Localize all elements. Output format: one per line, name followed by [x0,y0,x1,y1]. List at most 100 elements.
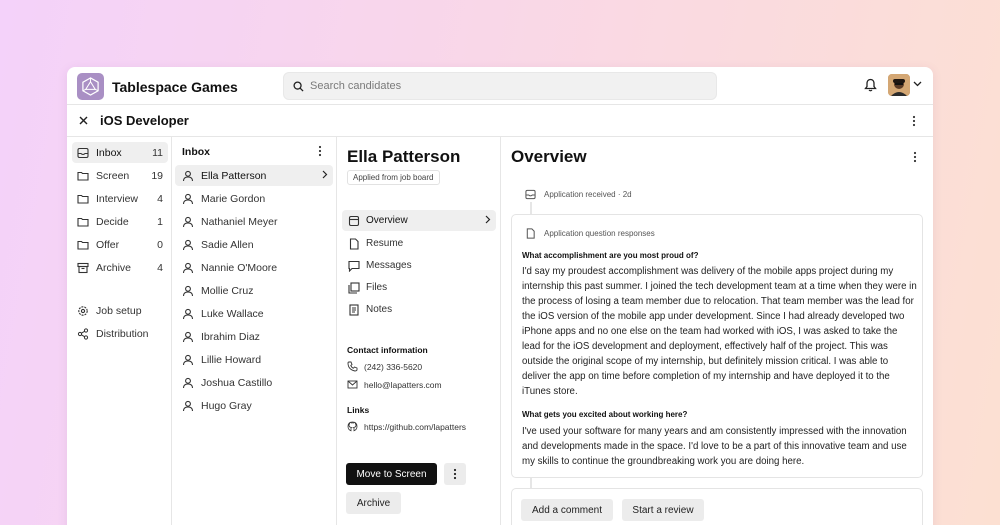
candidate-list-name: Nathaniel Meyer [201,215,278,228]
tab-overview[interactable]: Overview [342,210,496,231]
stage-sidebar: Inbox 11 Screen 19 Interview 4 Decide 1 … [67,137,172,525]
phone-icon [347,361,358,372]
answer-1: I'd say my proudest accomplishment was d… [522,266,917,397]
email-address: hello@lapatters.com [364,379,442,390]
email-row[interactable]: hello@lapatters.com [347,379,442,390]
person-icon [182,170,194,182]
more-vertical-icon[interactable] [318,145,322,157]
stage-count: 0 [157,238,163,251]
folder-icon [77,216,89,228]
folder-icon [77,193,89,205]
more-actions-button[interactable] [444,463,466,485]
overview-title: Overview [511,147,587,166]
candidate-list-item[interactable]: Nathaniel Meyer [175,211,333,232]
phone-number: (242) 336-5620 [364,361,423,372]
source-badge: Applied from job board [347,170,440,185]
person-icon [182,193,194,205]
candidate-list-item[interactable]: Joshua Castillo [175,372,333,393]
candidate-list-name: Sadie Allen [201,238,254,251]
stage-offer[interactable]: Offer 0 [72,234,168,255]
stage-inbox[interactable]: Inbox 11 [72,142,168,163]
files-icon [348,281,360,294]
stage-archive[interactable]: Archive 4 [72,257,168,278]
stage-label: Interview [96,192,139,205]
candidate-detail: Ella Patterson Applied from job board Ov… [337,137,501,525]
user-avatar[interactable] [888,74,910,96]
inbox-heading: Inbox [182,146,210,158]
job-setup-link[interactable]: Job setup [72,300,168,321]
more-vertical-icon[interactable] [912,115,916,127]
stage-decide[interactable]: Decide 1 [72,211,168,232]
candidate-list-item[interactable]: Sadie Allen [175,234,333,255]
candidate-list-item[interactable]: Ibrahim Diaz [175,326,333,347]
question-2: What gets you excited about working here… [522,410,688,419]
person-icon [182,377,194,389]
top-bar: Tablespace Games Search candidates [67,67,933,105]
responses-header: Application question responses [525,228,655,239]
github-url: https://github.com/lapatters [364,421,467,432]
overview-panel: Overview Application received · 2d Appli… [501,137,933,525]
search-input[interactable]: Search candidates [283,72,717,100]
chevron-down-icon[interactable] [913,81,922,87]
add-comment-button[interactable]: Add a comment [521,499,613,521]
person-icon [182,262,194,274]
links-heading: Links [347,405,370,415]
more-vertical-icon [453,468,457,480]
stage-label: Archive [96,261,132,274]
tab-notes[interactable]: Notes [342,299,496,320]
notes-icon [348,303,360,316]
candidate-list-name: Mollie Cruz [201,284,254,297]
person-icon [182,400,194,412]
square-icon [348,215,360,227]
stage-screen[interactable]: Screen 19 [72,165,168,186]
folder-icon [77,170,89,182]
move-to-screen-button[interactable]: Move to Screen [346,463,437,485]
archive-button[interactable]: Archive [346,492,401,514]
message-icon [348,260,360,272]
answer-2: I've used your software for many years a… [522,426,907,467]
tab-messages[interactable]: Messages [342,255,496,276]
search-icon [293,80,304,92]
folder-icon [77,239,89,251]
close-icon[interactable] [79,116,88,125]
stage-interview[interactable]: Interview 4 [72,188,168,209]
candidate-list-item[interactable]: Marie Gordon [175,188,333,209]
notifications-bell-icon[interactable] [864,78,877,92]
candidate-list-item[interactable]: Lillie Howard [175,349,333,370]
phone-row[interactable]: (242) 336-5620 [347,361,422,372]
person-icon [182,285,194,297]
event-text: Application received · 2d [544,190,632,199]
stage-count: 1 [157,215,163,228]
mail-icon [347,379,358,390]
candidate-list-item[interactable]: Hugo Gray [175,395,333,416]
stage-count: 11 [152,146,163,159]
chevron-right-icon [485,215,491,224]
start-review-button[interactable]: Start a review [622,499,704,521]
candidate-list-item[interactable]: Mollie Cruz [175,280,333,301]
candidate-list-name: Marie Gordon [201,192,266,205]
setting-label: Distribution [96,327,149,340]
stage-count: 19 [151,169,163,182]
stage-count: 4 [157,192,163,205]
responses-card: Application question responses What acco… [511,214,923,478]
tab-label: Overview [366,215,408,226]
candidate-list-name: Ibrahim Diaz [201,330,260,343]
tab-resume[interactable]: Resume [342,233,496,254]
job-header: iOS Developer [67,105,933,137]
more-vertical-icon[interactable] [913,151,917,163]
tab-label: Notes [366,304,393,315]
timeline-connector [530,202,532,214]
github-icon [347,421,358,432]
tab-label: Resume [366,238,404,249]
candidate-list-item[interactable]: Ella Patterson [175,165,333,186]
stage-count: 4 [157,261,163,274]
candidate-name: Ella Patterson [347,147,461,166]
share-icon [77,327,89,340]
candidate-list-item[interactable]: Nannie O'Moore [175,257,333,278]
tab-files[interactable]: Files [342,277,496,298]
candidate-list-item[interactable]: Luke Wallace [175,303,333,324]
person-icon [182,331,194,343]
timeline-connector [530,478,532,488]
github-link[interactable]: https://github.com/lapatters [347,421,466,432]
distribution-link[interactable]: Distribution [72,323,168,344]
